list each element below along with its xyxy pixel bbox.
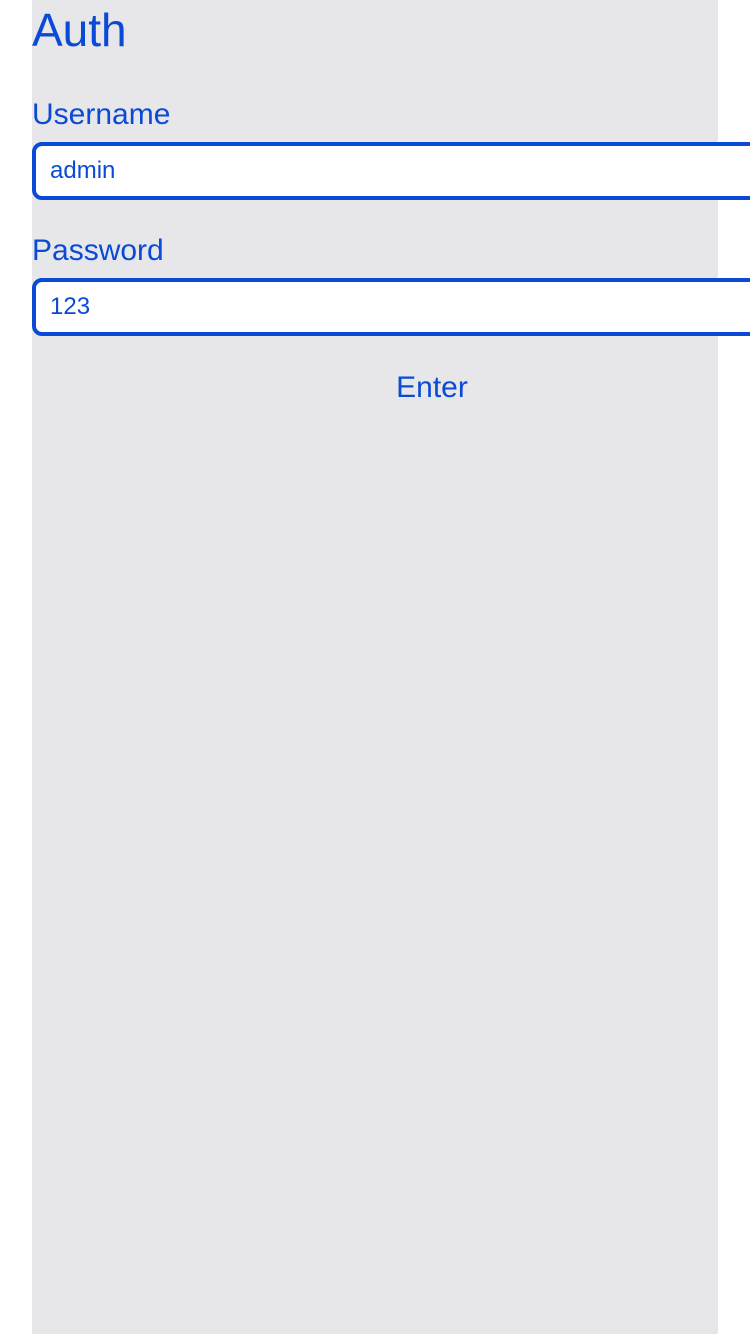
password-label: Password [32, 234, 164, 267]
enter-button[interactable]: Enter [32, 366, 750, 410]
page-title: Auth [32, 4, 127, 56]
auth-panel [32, 0, 718, 1334]
username-label: Username [32, 98, 171, 131]
username-field[interactable] [32, 142, 750, 200]
password-field[interactable] [32, 278, 750, 336]
